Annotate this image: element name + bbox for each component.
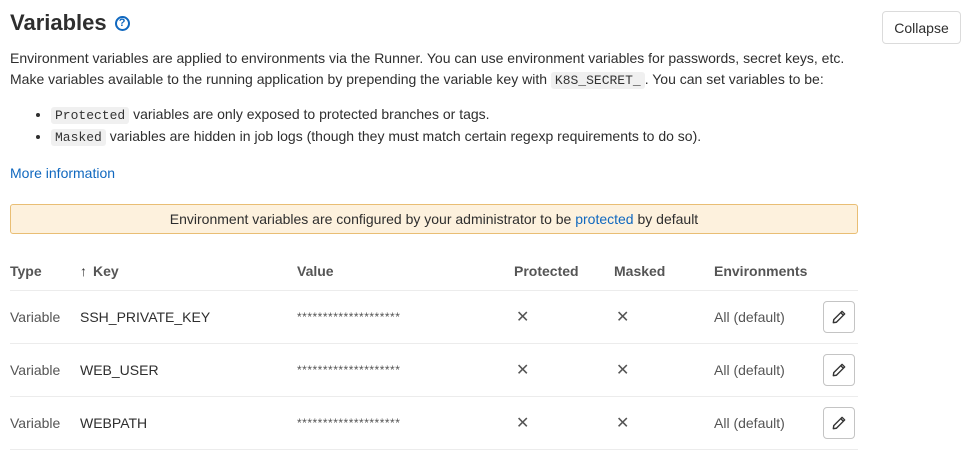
protected-code: Protected xyxy=(51,107,130,124)
close-icon: ✕ xyxy=(616,362,630,379)
row-actions xyxy=(823,344,855,396)
close-icon: ✕ xyxy=(616,415,630,432)
page-title: Variables xyxy=(10,10,107,35)
header-key-label: Key xyxy=(93,263,119,279)
table-row: Variable WEBPATH ******************** ✕ … xyxy=(10,397,858,450)
close-icon: ✕ xyxy=(616,309,630,326)
pencil-icon xyxy=(832,310,846,324)
edit-button[interactable] xyxy=(823,407,855,439)
protected-link[interactable]: protected xyxy=(575,211,633,227)
collapse-button[interactable]: Collapse xyxy=(882,11,961,44)
k8s-secret-code: K8S_SECRET_ xyxy=(550,72,645,89)
table-row: Variable SSH_PRIVATE_KEY ***************… xyxy=(10,291,858,344)
header-type: Type xyxy=(10,263,42,279)
list-item: Masked variables are hidden in job logs … xyxy=(51,126,701,148)
pencil-icon xyxy=(832,416,846,430)
row-type: Variable xyxy=(10,362,61,378)
question-circle-icon[interactable]: ? xyxy=(114,15,130,31)
table-row: Variable WEB_USER ******************** ✕… xyxy=(10,344,858,397)
list-item: Protected variables are only exposed to … xyxy=(51,104,701,126)
alert-text: Environment variables are configured by … xyxy=(169,211,572,227)
description-line-1: Environment variables are applied to env… xyxy=(10,50,845,66)
variable-type-list: Protected variables are only exposed to … xyxy=(33,104,701,148)
header-environments: Environments xyxy=(714,263,808,279)
description-text-after: . You can set variables to be: xyxy=(644,71,824,87)
close-icon: ✕ xyxy=(516,415,530,432)
masked-code: Masked xyxy=(51,129,106,146)
close-icon: ✕ xyxy=(516,362,530,379)
bullet-text: variables are hidden in job logs (though… xyxy=(109,128,702,144)
pencil-icon xyxy=(832,363,846,377)
alert-text-after: by default xyxy=(637,211,699,227)
row-environment: All (default) xyxy=(714,415,785,431)
header-masked: Masked xyxy=(614,263,666,279)
variables-table: Type ↑ Key Value Protected Masked Environ… xyxy=(10,252,858,450)
arrow-up-icon: ↑ xyxy=(80,263,87,279)
header-protected: Protected xyxy=(514,263,579,279)
row-actions xyxy=(823,397,855,449)
row-type: Variable xyxy=(10,415,61,431)
page-header: Variables ? xyxy=(10,10,130,36)
row-key: SSH_PRIVATE_KEY xyxy=(80,309,211,325)
row-key: WEB_USER xyxy=(80,362,159,378)
description: Environment variables are applied to env… xyxy=(10,48,870,91)
row-value: ******************** xyxy=(297,363,401,377)
row-environment: All (default) xyxy=(714,309,785,325)
table-header: Type ↑ Key Value Protected Masked Environ… xyxy=(10,252,858,291)
edit-button[interactable] xyxy=(823,301,855,333)
bullet-text: variables are only exposed to protected … xyxy=(133,106,490,122)
close-icon: ✕ xyxy=(516,309,530,326)
warning-alert: Environment variables are configured by … xyxy=(10,204,858,234)
description-line-2: Make variables available to the running … xyxy=(10,69,870,91)
more-information-link[interactable]: More information xyxy=(10,165,115,181)
row-environment: All (default) xyxy=(714,362,785,378)
header-key[interactable]: ↑ Key xyxy=(80,252,119,290)
row-type: Variable xyxy=(10,309,61,325)
row-key: WEBPATH xyxy=(80,415,148,431)
row-value: ******************** xyxy=(297,310,401,324)
header-value: Value xyxy=(297,263,334,279)
edit-button[interactable] xyxy=(823,354,855,386)
row-value: ******************** xyxy=(297,416,401,430)
row-actions xyxy=(823,291,855,343)
description-text: Make variables available to the running … xyxy=(10,71,547,87)
